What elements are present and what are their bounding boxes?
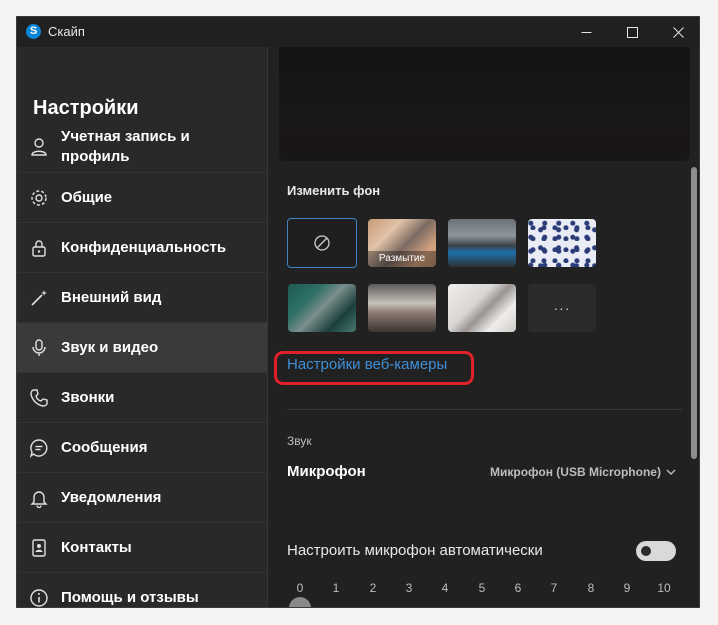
scale-tick: 10 — [657, 581, 671, 595]
sidebar-item-notifications[interactable]: Уведомления — [17, 473, 267, 523]
person-icon — [28, 136, 50, 158]
close-button[interactable] — [655, 17, 699, 47]
sidebar-title: Настройки — [33, 97, 139, 119]
contact-card-icon — [28, 537, 50, 559]
scale-tick: 4 — [441, 581, 449, 595]
microphone-device-select[interactable]: Микрофон (USB Microphone) — [490, 465, 661, 479]
sidebar-item-label: Звонки — [61, 388, 115, 406]
sidebar-item-label: Уведомления — [61, 488, 162, 506]
window-title: Скайп — [48, 24, 85, 39]
scale-tick: 9 — [623, 581, 631, 595]
background-pattern-tile[interactable] — [528, 219, 596, 267]
content-scrollbar[interactable] — [691, 167, 697, 459]
background-room-tile[interactable] — [448, 284, 516, 332]
more-backgrounds-button[interactable]: ··· — [528, 284, 596, 332]
sidebar-item-label: Учетная запись и профиль — [61, 127, 190, 165]
scale-tick: 0 — [296, 581, 304, 595]
auto-mic-label: Настроить микрофон автоматически — [287, 542, 543, 559]
scale-tick: 5 — [478, 581, 486, 595]
background-lake-tile[interactable] — [448, 219, 516, 267]
minimize-icon — [581, 31, 591, 33]
magic-wand-icon — [28, 287, 50, 309]
sidebar-item-sound-video[interactable]: Звук и видео — [17, 323, 267, 373]
sidebar-item-help[interactable]: Помощь и отзывы — [17, 573, 267, 608]
sidebar-item-messages[interactable]: Сообщения — [17, 423, 267, 473]
sidebar-item-general[interactable]: Общие — [17, 173, 267, 223]
blur-label: Размытие — [368, 251, 436, 267]
background-none-tile[interactable] — [287, 218, 357, 268]
microphone-label: Микрофон — [287, 463, 366, 480]
sidebar-item-label: Внешний вид — [61, 288, 162, 306]
sound-section-label: Звук — [287, 434, 312, 448]
background-blur-tile[interactable]: Размытие — [368, 219, 436, 267]
sidebar-item-appearance[interactable]: Внешний вид — [17, 273, 267, 323]
scale-tick: 7 — [550, 581, 558, 595]
settings-content: Изменить фон Размытие ··· Настройки веб-… — [268, 47, 699, 607]
webcam-settings-link[interactable]: Настройки веб-камеры — [287, 356, 447, 373]
sidebar-item-account[interactable]: Учетная запись и профиль — [17, 121, 267, 173]
gear-icon — [28, 187, 50, 209]
sidebar-item-label: Контакты — [61, 538, 132, 556]
scale-tick: 6 — [514, 581, 522, 595]
bell-icon — [28, 487, 50, 509]
auto-mic-toggle[interactable] — [636, 541, 676, 561]
microphone-icon — [28, 337, 50, 359]
skype-window: S Скайп Настройки Учетная запись и профи… — [16, 16, 700, 608]
sidebar-item-label: Общие — [61, 188, 113, 206]
background-workshop-tile[interactable] — [368, 284, 436, 332]
minimize-button[interactable] — [563, 17, 609, 47]
skype-logo-icon: S — [26, 24, 41, 39]
toggle-knob — [641, 546, 651, 556]
settings-sidebar: Настройки Учетная запись и профиль Общие… — [17, 47, 268, 608]
sidebar-item-label: Помощь и отзывы — [61, 588, 199, 606]
background-office-tile[interactable] — [288, 284, 356, 332]
camera-preview — [279, 47, 690, 161]
change-background-label: Изменить фон — [287, 183, 381, 198]
chevron-down-icon — [666, 469, 676, 475]
chat-bubble-icon — [28, 437, 50, 459]
maximize-button[interactable] — [609, 17, 655, 47]
scale-tick: 1 — [332, 581, 340, 595]
sidebar-item-label: Звук и видео — [61, 338, 159, 356]
info-icon — [28, 587, 50, 608]
lock-icon — [28, 237, 50, 259]
scale-tick: 2 — [369, 581, 377, 595]
sidebar-item-label: Сообщения — [61, 438, 148, 456]
sidebar-item-calls[interactable]: Звонки — [17, 373, 267, 423]
divider — [287, 409, 682, 410]
no-background-icon — [314, 235, 330, 251]
title-bar: S Скайп — [17, 17, 699, 47]
phone-icon — [28, 387, 50, 409]
mic-level-slider[interactable] — [289, 597, 311, 607]
sidebar-item-label: Конфиденциальность — [61, 238, 227, 256]
close-icon — [672, 26, 684, 38]
scale-tick: 3 — [405, 581, 413, 595]
sidebar-item-contacts[interactable]: Контакты — [17, 523, 267, 573]
scale-tick: 8 — [587, 581, 595, 595]
maximize-icon — [626, 26, 638, 38]
settings-nav: Учетная запись и профиль Общие Конфиденц… — [17, 121, 267, 608]
sidebar-item-privacy[interactable]: Конфиденциальность — [17, 223, 267, 273]
